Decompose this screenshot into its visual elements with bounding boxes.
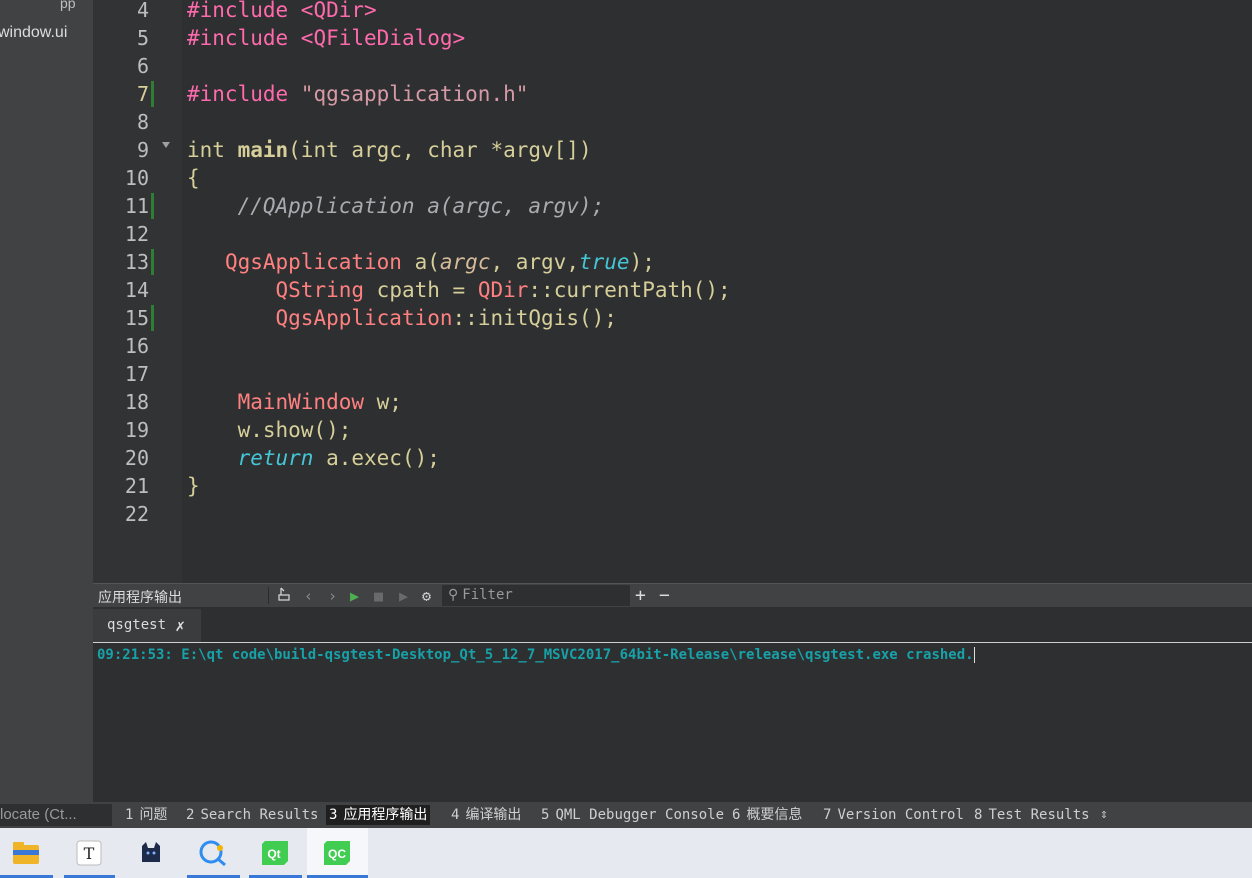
output-toolbar: 应用程序输出 ‹ › ▶ ■ ▶ ⚙ ⚲ Filter + − [93,583,1252,608]
pane-button-search-results[interactable]: 2 Search Results [186,805,318,825]
line-number: 12 [124,222,149,246]
taskbar-search-chat[interactable] [187,828,240,878]
gear-icon[interactable]: ⚙ [422,586,431,606]
line-number: 18 [124,390,149,414]
taskbar-file-explorer[interactable] [0,828,53,878]
line-number: 15 [124,306,149,330]
code-line-20: return a.exec(); [237,446,440,470]
line-number-current: 7 [136,82,149,106]
line-number: 21 [124,474,149,498]
typora-icon: T [76,840,102,866]
application-output-pane: qsgtest ✗ 09:21:53: E:\qt code\build-qsg… [93,607,1252,802]
line-number: 11 [124,194,149,218]
taskbar-typora[interactable]: T [64,828,115,878]
pane-button-compile-output[interactable]: 4 编译输出 [451,805,521,825]
line-number: 17 [124,362,149,386]
code-line-15: QgsApplication::initQgis(); [275,306,617,330]
line-number: 16 [124,334,149,358]
code-line-4: #include <QDir> [187,0,377,22]
line-number: 6 [136,54,149,78]
code-line-10: { [187,166,200,190]
code-line-7: #include "qgsapplication.h" [187,82,529,106]
search-chat-icon [199,840,226,867]
tab-label: qsgtest [107,617,167,633]
zoom-out-button[interactable]: − [659,586,670,606]
line-number: 4 [136,0,149,22]
qt-creator-icon: QC [324,841,350,865]
sidebar-truncated-item[interactable]: pp [60,0,76,10]
code-line-11: //QApplication a(argc, argv); [187,194,605,218]
code-line-5: #include <QFileDialog> [187,26,466,50]
taskbar-cat-app[interactable] [128,828,172,878]
svg-text:QC: QC [328,847,346,861]
code-line-19: w.show(); [187,418,352,442]
line-number: 10 [124,166,149,190]
pane-button-general-messages[interactable]: 6 概要信息 [732,805,802,825]
code-line-9: int main(int argc, char *argv[]) [187,138,592,162]
code-line-21: } [187,474,200,498]
output-tab-bar: qsgtest ✗ [93,607,1252,643]
status-bar: locate (Ct... 1 问题 2 Search Results 3 应用程序输… [0,802,1252,828]
pane-button-qml-debugger[interactable]: 5 QML Debugger Console [541,805,724,825]
filter-placeholder: Filter [462,587,513,603]
line-number: 22 [124,502,149,526]
sidebar-item-file[interactable]: window.ui [0,24,67,42]
pane-button-test-results[interactable]: 8 Test Results [974,805,1090,825]
cat-app-icon [142,842,160,862]
code-line-14: QString cpath = QDir::currentPath(); [275,278,731,302]
line-number: 19 [124,418,149,442]
project-sidebar: pp window.ui [0,0,93,802]
line-number: 20 [124,446,149,470]
toolbar-separator [268,587,269,604]
pane-button-version-control[interactable]: 7 Version Control [823,805,964,825]
code-line-18: MainWindow w; [237,390,402,414]
output-message: 09:21:53: E:\qt code\build-qsgtest-Deskt… [97,647,975,663]
line-number: 8 [136,110,149,134]
tab-qsgtest[interactable]: qsgtest ✗ [93,609,201,642]
taskbar: T Qt QC [0,828,1252,878]
svg-text:Qt: Qt [267,847,280,861]
output-pane-title: 应用程序输出 [98,589,182,605]
attach-process-icon[interactable] [277,586,291,607]
line-number: 13 [124,250,149,274]
stop-icon[interactable]: ■ [374,586,383,606]
up-down-arrows-icon[interactable]: ⇕ [1100,805,1108,825]
zoom-in-button[interactable]: + [635,586,646,606]
attach-debugger-icon[interactable]: ▶ [399,586,408,606]
locator-input[interactable]: locate (Ct... [0,804,112,826]
change-marker [151,81,154,107]
line-number: 14 [124,278,149,302]
filter-input[interactable]: ⚲ Filter [442,585,630,606]
pane-button-application-output[interactable]: 3 应用程序输出 [326,805,431,825]
close-icon[interactable]: ✗ [175,609,185,642]
code-line-13: QgsApplication a(argc, argv,true); [224,250,655,274]
search-icon: ⚲ [448,587,459,603]
change-marker [151,193,154,219]
previous-icon[interactable]: ‹ [304,586,313,606]
qt-designer-icon: Qt [262,841,288,865]
taskbar-qt-creator[interactable]: QC [307,828,368,878]
fold-arrow-icon[interactable] [162,142,170,148]
pane-button-issues[interactable]: 1 问题 [125,805,167,825]
line-number: 5 [136,26,149,50]
svg-text:T: T [84,844,95,863]
text-caret [973,647,975,663]
taskbar-qt-designer[interactable]: Qt [249,828,302,878]
line-number: 9 [136,138,149,162]
run-icon[interactable]: ▶ [350,586,359,606]
change-marker [151,249,154,275]
change-marker [151,305,154,331]
next-icon[interactable]: › [328,586,337,606]
file-explorer-icon [13,842,39,864]
